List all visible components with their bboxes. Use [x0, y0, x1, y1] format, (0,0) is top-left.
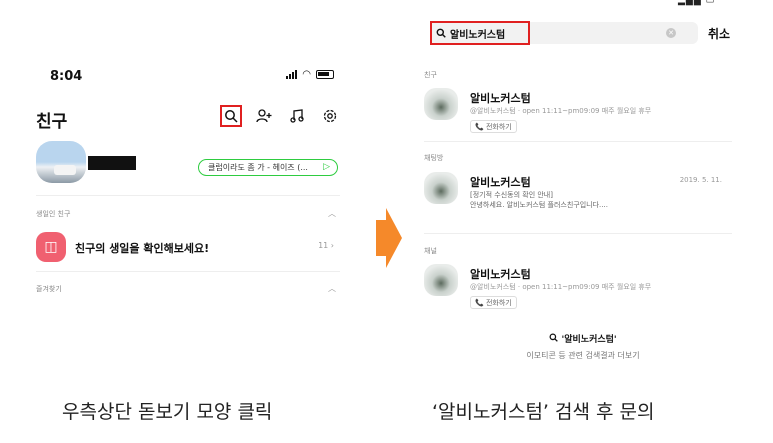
friend-result-name[interactable]: 알비노커스텀: [470, 90, 531, 106]
cake-icon: ◫: [36, 232, 66, 262]
battery-icon: [316, 70, 334, 79]
right-caption: ‘알비노커스텀’ 검색 후 문의: [432, 401, 655, 423]
add-friend-icon[interactable]: [253, 105, 275, 127]
search-icon: [549, 333, 559, 342]
chevron-up-icon[interactable]: ︿: [328, 283, 336, 294]
status-icons: ◠: [286, 69, 334, 80]
favorites-section-label: 즐겨찾기: [36, 285, 62, 293]
avatar[interactable]: [424, 172, 458, 204]
search-value: 알비노커스텀: [450, 29, 506, 41]
divider: [424, 233, 732, 234]
divider: [36, 271, 340, 272]
birthday-row-text[interactable]: 친구의 생일을 확인해보세요!: [75, 240, 209, 256]
birthday-count[interactable]: 11 ›: [318, 241, 334, 250]
clear-icon[interactable]: ✕: [666, 28, 676, 38]
music-icon[interactable]: [286, 105, 308, 127]
chat-result-date: 2019. 5. 11.: [679, 176, 722, 184]
divider: [424, 141, 732, 142]
left-caption: 우측상단 돋보기 모양 클릭: [62, 401, 273, 423]
chevron-up-icon[interactable]: ︿: [328, 208, 336, 219]
chats-section-label: 채팅방: [424, 154, 444, 162]
friends-screen: 8:04 ◠ 친구 클럽이라도 좀 가 - 헤이즈 (... ▷ 생일인 친구 …: [22, 55, 354, 305]
channel-section-label: 채널: [424, 247, 437, 255]
settings-icon[interactable]: [319, 105, 341, 127]
cancel-button[interactable]: 취소: [708, 25, 730, 42]
chat-result-line1: [정기적 수신동의 확인 안내]: [470, 191, 553, 199]
call-button[interactable]: 📞 전화하기: [470, 296, 517, 309]
channel-result-name[interactable]: 알비노커스텀: [470, 266, 531, 282]
search-input[interactable]: 알비노커스텀: [430, 21, 530, 45]
chat-result-line2: 안녕하세요. 알비노커스텀 플러스친구입니다....: [470, 201, 608, 209]
wifi-icon: ◠: [302, 69, 311, 80]
more-results-title[interactable]: '알비노커스텀': [418, 332, 748, 345]
avatar[interactable]: [424, 264, 458, 296]
more-results-sub[interactable]: 이모티콘 등 관련 검색결과 더보기: [418, 350, 748, 361]
status-message-pill[interactable]: 클럽이라도 좀 가 - 헤이즈 (... ▷: [198, 159, 338, 176]
search-icon: [436, 28, 446, 38]
channel-result-sub: @알비노커스텀 · open 11:11~pm09:09 매주 월요일 휴무: [470, 283, 652, 291]
status-time: 8:04: [50, 69, 83, 84]
search-icon[interactable]: [220, 105, 242, 127]
signal-icon: [286, 70, 298, 79]
friends-section-label: 친구: [424, 71, 437, 79]
play-icon: ▷: [323, 162, 330, 172]
profile-avatar[interactable]: [36, 141, 86, 183]
avatar[interactable]: [424, 88, 458, 120]
search-screen: ▂▄▆ ▭ 알비노커스텀 ✕ 취소 친구 알비노커스텀 @알비노커스텀 · op…: [418, 0, 748, 375]
header-actions: [220, 105, 341, 127]
page-title: 친구: [36, 112, 68, 132]
call-button[interactable]: 📞 전화하기: [470, 120, 517, 133]
redacted-name: [88, 156, 136, 170]
chat-result-name[interactable]: 알비노커스텀: [470, 174, 531, 190]
divider: [36, 195, 340, 196]
status-message-text: 클럽이라도 좀 가 - 헤이즈 (...: [208, 163, 308, 172]
status-icons: ▂▄▆ ▭: [678, 0, 716, 6]
arrow-right-icon: [376, 208, 402, 268]
birthday-section-label: 생일인 친구: [36, 210, 71, 218]
friend-result-sub: @알비노커스텀 · open 11:11~pm09:09 매주 월요일 휴무: [470, 107, 652, 115]
